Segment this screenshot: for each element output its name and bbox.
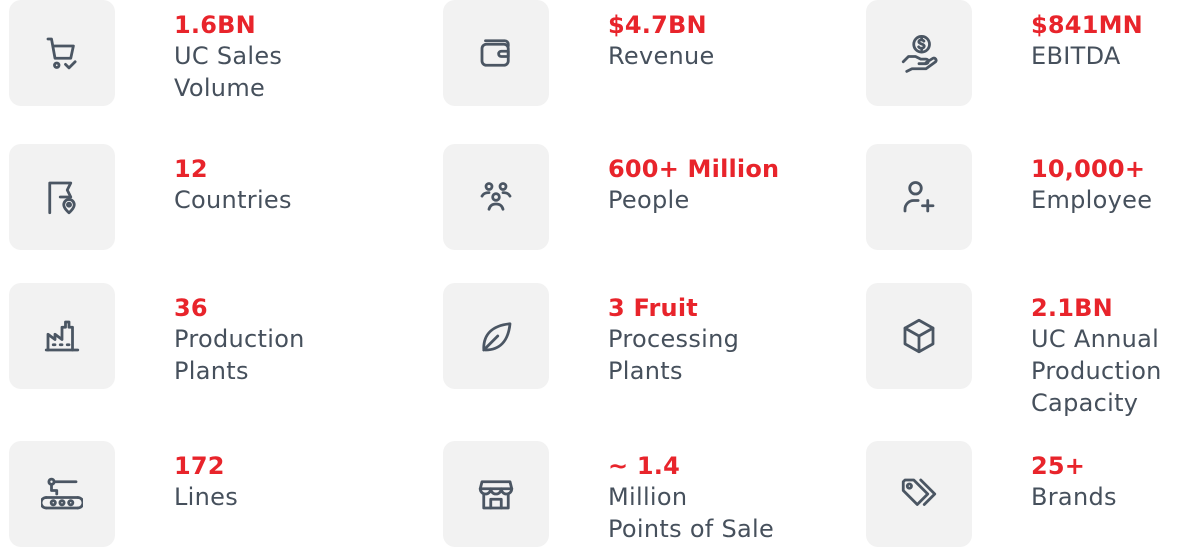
icon-tile bbox=[866, 144, 972, 250]
conveyor-belt-icon bbox=[41, 477, 83, 510]
stat-label: Countries bbox=[174, 186, 292, 214]
stat-value: $4.7BN bbox=[608, 11, 707, 39]
icon-tile bbox=[866, 0, 972, 106]
shopping-cart-check-icon bbox=[46, 37, 77, 70]
stat-label: Lines bbox=[174, 483, 239, 511]
user-add-icon bbox=[903, 181, 935, 213]
stat-value: 36 bbox=[174, 294, 208, 322]
stat-label: UC Annual Production Capacity bbox=[1031, 325, 1162, 417]
stat-value: ~ 1.4 bbox=[608, 452, 680, 480]
store-icon bbox=[478, 480, 514, 510]
stat-value: 25+ bbox=[1031, 452, 1086, 480]
stat-value: 3 Fruit bbox=[608, 294, 698, 322]
stat-value: 600+ Million bbox=[608, 155, 780, 183]
hand-coin-icon bbox=[901, 34, 938, 73]
stat-value: $841MN bbox=[1031, 11, 1143, 39]
icon-tile bbox=[866, 441, 972, 547]
stat-label: People bbox=[608, 186, 690, 214]
factory-icon bbox=[44, 320, 80, 352]
stat-label: Production Plants bbox=[174, 325, 305, 385]
icon-tile bbox=[9, 144, 115, 250]
stat-value: 172 bbox=[174, 452, 225, 480]
icon-tile bbox=[9, 441, 115, 547]
icon-tile bbox=[443, 144, 549, 250]
flag-location-icon bbox=[48, 181, 76, 215]
icon-tile bbox=[9, 283, 115, 389]
leaf-icon bbox=[482, 322, 512, 352]
wallet-icon bbox=[480, 39, 510, 67]
icon-tile bbox=[9, 0, 115, 106]
price-tags-icon bbox=[901, 478, 937, 506]
stat-label: Million Points of Sale bbox=[608, 483, 775, 543]
stat-label: Brands bbox=[1031, 483, 1117, 511]
icon-tile bbox=[443, 283, 549, 389]
stat-value: 2.1BN bbox=[1031, 294, 1113, 322]
stat-label: Employee bbox=[1031, 186, 1153, 214]
icon-tile bbox=[866, 283, 972, 389]
stat-label: EBITDA bbox=[1031, 42, 1121, 70]
stat-value: 1.6BN bbox=[174, 11, 256, 39]
stat-label: Revenue bbox=[608, 42, 715, 70]
stat-label: Processing Plants bbox=[608, 325, 740, 385]
stat-value: 12 bbox=[174, 155, 208, 183]
box-icon bbox=[903, 318, 935, 354]
stat-value: 10,000+ bbox=[1031, 155, 1146, 183]
icon-tile bbox=[443, 441, 549, 547]
icon-tile bbox=[443, 0, 549, 106]
people-group-icon bbox=[480, 182, 512, 211]
stat-label: UC Sales Volume bbox=[174, 42, 283, 102]
